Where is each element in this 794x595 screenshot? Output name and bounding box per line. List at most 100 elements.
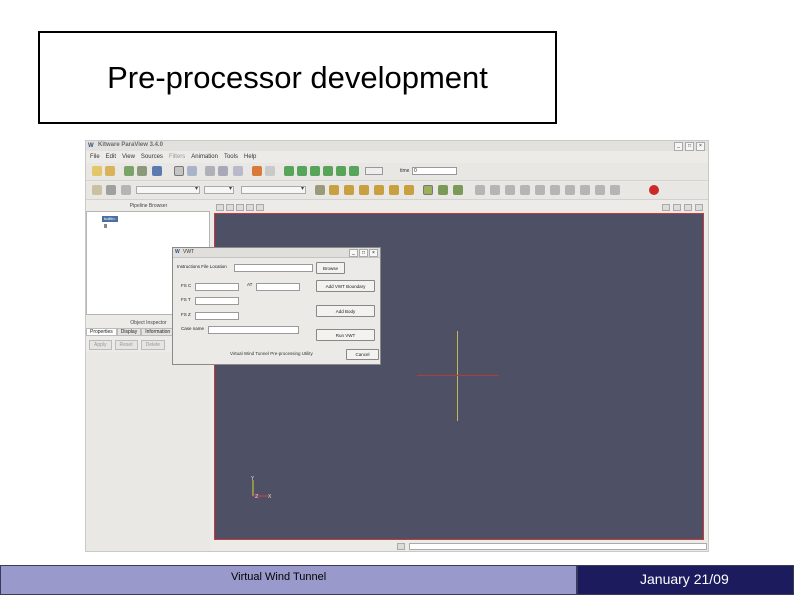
warp-icon[interactable] xyxy=(550,185,560,195)
menu-help[interactable]: Help xyxy=(244,152,256,162)
variable-combo[interactable] xyxy=(136,185,200,194)
app-title: Kitware ParaView 3.4.0 xyxy=(98,142,163,148)
dialog-maximize-button[interactable]: □ xyxy=(359,249,368,257)
filter-extra-icon[interactable] xyxy=(610,185,620,195)
split-icon[interactable] xyxy=(256,204,264,211)
undo-icon[interactable] xyxy=(252,166,262,176)
view-z-minus-icon[interactable] xyxy=(404,185,414,195)
delete-button[interactable]: Delete xyxy=(140,340,166,350)
next-frame-icon[interactable] xyxy=(323,166,333,176)
add-body-button[interactable]: Add Body xyxy=(316,305,375,317)
view-x-plus-icon[interactable] xyxy=(329,185,339,195)
menu-file[interactable]: File xyxy=(90,152,100,162)
slice-icon[interactable] xyxy=(475,185,485,195)
glyph-icon[interactable] xyxy=(520,185,530,195)
time-selector[interactable] xyxy=(365,167,383,175)
split-vertical-icon[interactable] xyxy=(673,204,681,211)
cancel-button[interactable]: Cancel xyxy=(346,349,379,360)
minimize-button[interactable]: _ xyxy=(674,142,683,151)
menu-filters[interactable]: Filters xyxy=(169,152,185,162)
save-state-icon[interactable] xyxy=(137,166,147,176)
tab-properties[interactable]: Properties xyxy=(86,328,117,336)
loop-icon[interactable] xyxy=(349,166,359,176)
menu-sources[interactable]: Sources xyxy=(141,152,163,162)
pick-icon[interactable] xyxy=(205,166,215,176)
clip-icon[interactable] xyxy=(453,185,463,195)
instructions-label: Instructions File Location xyxy=(177,264,227,269)
redo-icon[interactable] xyxy=(265,166,275,176)
last-frame-icon[interactable] xyxy=(336,166,346,176)
reset-button[interactable]: Reset xyxy=(114,340,138,350)
tab-display[interactable]: Display xyxy=(116,328,142,336)
reset-camera-icon[interactable] xyxy=(315,185,325,195)
menu-view[interactable]: View xyxy=(122,152,135,162)
previous-frame-icon[interactable] xyxy=(297,166,307,176)
apply-button[interactable]: Apply xyxy=(89,340,112,350)
maximize-button[interactable]: □ xyxy=(685,142,694,151)
color-icon[interactable] xyxy=(92,185,102,195)
window-controls: _ □ × xyxy=(674,142,705,151)
maximize-view-icon[interactable] xyxy=(684,204,692,211)
select-icon[interactable] xyxy=(187,166,197,176)
contour-icon[interactable] xyxy=(438,185,448,195)
dialog-close-button[interactable]: × xyxy=(369,249,378,257)
selection-icon[interactable] xyxy=(246,204,254,211)
status-bar xyxy=(214,541,708,551)
footer-project-name: Virtual Wind Tunnel xyxy=(231,571,327,583)
fs-z-input[interactable] xyxy=(195,312,239,320)
save-icon[interactable] xyxy=(105,166,115,176)
tab-information[interactable]: Information xyxy=(141,328,175,336)
dialog-title: VWT xyxy=(183,249,195,255)
save-data-icon[interactable] xyxy=(124,166,134,176)
view-z-plus-icon[interactable] xyxy=(389,185,399,195)
filter-icon[interactable] xyxy=(595,185,605,195)
component-combo[interactable] xyxy=(204,185,234,194)
fs-t-input[interactable] xyxy=(195,297,239,305)
dialog-window-controls: _ □ × xyxy=(349,249,378,257)
split-horizontal-icon[interactable] xyxy=(662,204,670,211)
rescale-icon[interactable] xyxy=(121,185,131,195)
query-icon[interactable] xyxy=(233,166,243,176)
secondary-toolbar xyxy=(86,182,708,200)
group-icon[interactable] xyxy=(565,185,575,195)
interact-icon[interactable] xyxy=(174,166,184,176)
menu-tools[interactable]: Tools xyxy=(224,152,238,162)
center-axis-vertical xyxy=(457,331,458,421)
add-vwt-boundary-button[interactable]: Add VWT Boundary xyxy=(316,280,375,292)
lookup-icon[interactable] xyxy=(236,204,244,211)
help-icon[interactable] xyxy=(152,166,162,176)
case-name-input[interactable] xyxy=(208,326,299,334)
dialog-minimize-button[interactable]: _ xyxy=(349,249,358,257)
camera-icon[interactable] xyxy=(226,204,234,211)
play-icon[interactable] xyxy=(310,166,320,176)
extract-level-icon[interactable] xyxy=(580,185,590,195)
pick-points-icon[interactable] xyxy=(218,166,228,176)
view-option-icon[interactable] xyxy=(216,204,224,211)
instructions-file-input[interactable] xyxy=(234,264,313,272)
fs-c-input[interactable] xyxy=(195,283,239,291)
close-button[interactable]: × xyxy=(696,142,705,151)
stream-tracer-icon[interactable] xyxy=(535,185,545,195)
visibility-eye-icon[interactable] xyxy=(104,224,107,228)
extract-subset-icon[interactable] xyxy=(505,185,515,195)
menubar: File Edit View Sources Filters Animation… xyxy=(86,152,708,162)
run-vwt-button[interactable]: Run VWT xyxy=(316,329,375,341)
stop-icon[interactable] xyxy=(649,185,659,195)
open-icon[interactable] xyxy=(92,166,102,176)
menu-edit[interactable]: Edit xyxy=(106,152,116,162)
first-frame-icon[interactable] xyxy=(284,166,294,176)
threshold-icon[interactable] xyxy=(490,185,500,195)
menu-animation[interactable]: Animation xyxy=(191,152,218,162)
browse-button[interactable]: Browse xyxy=(316,262,345,274)
time-input[interactable]: 0 xyxy=(412,167,457,175)
view-x-minus-icon[interactable] xyxy=(344,185,354,195)
calculator-icon[interactable] xyxy=(423,185,433,195)
view-y-plus-icon[interactable] xyxy=(359,185,369,195)
pipeline-item-builtin[interactable]: builtin: xyxy=(102,216,118,222)
close-view-icon[interactable] xyxy=(695,204,703,211)
view-y-minus-icon[interactable] xyxy=(374,185,384,195)
representation-combo[interactable] xyxy=(241,185,306,194)
at-input[interactable] xyxy=(256,283,300,291)
edit-color-map-icon[interactable] xyxy=(106,185,116,195)
dialog-titlebar: W VWT _ □ × xyxy=(173,248,380,258)
